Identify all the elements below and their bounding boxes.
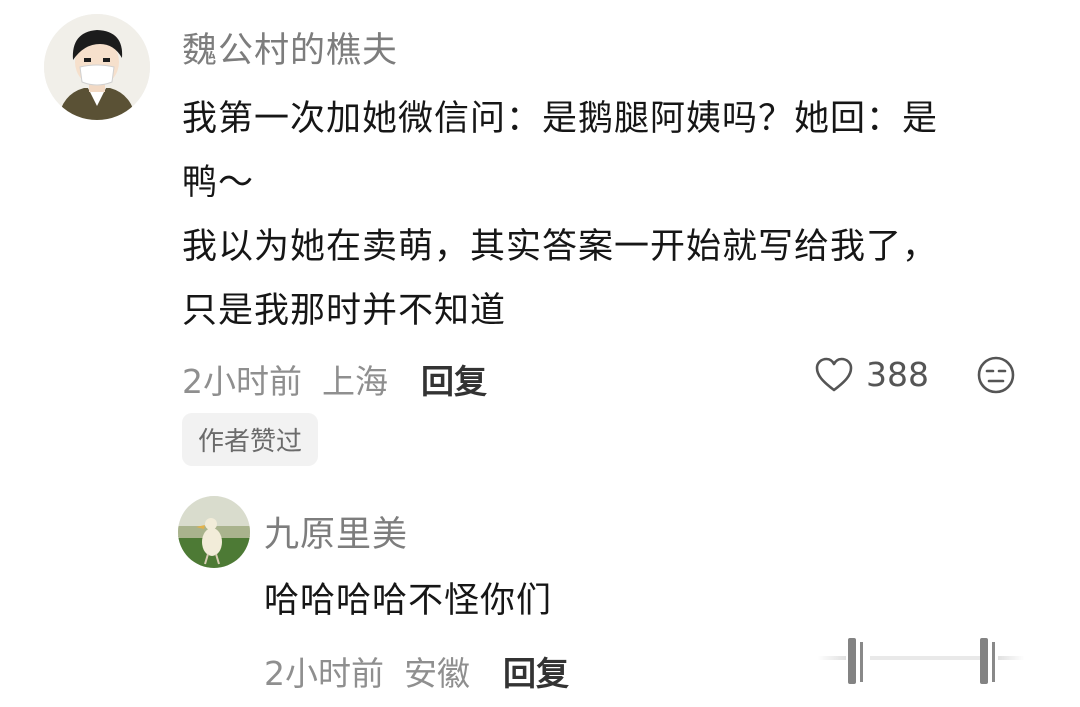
replier-username[interactable]: 九原里美 — [264, 506, 408, 557]
reply-text: 哈哈哈哈不怪你们 — [264, 581, 553, 621]
comment-location: 上海 — [322, 362, 388, 401]
comment-text-line-1: 我第一次加她微信问：是鹅腿阿姨吗？她回：是 — [182, 99, 939, 139]
comment-text-line-3: 我以为她在卖萌，其实答案一开始就写给我了， — [182, 227, 939, 267]
commenter-avatar[interactable] — [44, 14, 150, 120]
meh-face-icon[interactable] — [976, 355, 1016, 395]
reply-reply-button[interactable]: 回复 — [503, 647, 569, 695]
like-count: 388 — [866, 355, 929, 394]
app-logo-watermark-icon — [818, 634, 1024, 688]
reply-location: 安徽 — [404, 654, 470, 693]
comment-reply-button[interactable]: 回复 — [421, 355, 487, 403]
comment-text-line-2: 鸭～ — [182, 163, 255, 203]
replier-avatar[interactable] — [178, 496, 250, 568]
heart-outline-icon[interactable] — [814, 356, 854, 394]
reply-time: 2小时前 — [264, 654, 384, 693]
comment-text-line-4: 只是我那时并不知道 — [182, 291, 507, 331]
comment-time: 2小时前 — [182, 362, 302, 401]
commenter-username[interactable]: 魏公村的樵夫 — [182, 22, 398, 73]
author-liked-badge: 作者赞过 — [182, 413, 319, 466]
